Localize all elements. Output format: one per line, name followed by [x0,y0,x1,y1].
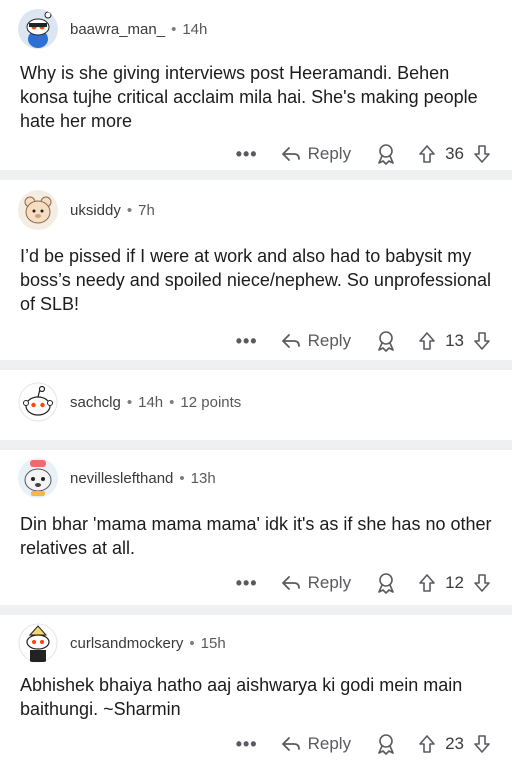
more-dots-icon[interactable]: ••• [236,144,258,165]
vote-controls: 12 [417,573,492,593]
award-icon [378,331,394,352]
dog-avatar-icon [18,458,58,498]
comment-meta: nevilleslefthand • 13h [70,470,216,487]
comment-5: curlsandmockery • 15h Abhishek bhaiya ha… [0,615,512,763]
username[interactable]: curlsandmockery [70,635,183,652]
reply-arrow-icon [281,737,300,751]
comment-body: I’d be pissed if I were at work and also… [20,246,492,314]
timestamp: 14h [138,393,164,411]
timestamp: 7h [138,201,155,219]
downvote-arrow-icon[interactable] [472,331,492,351]
snoo-avatar-icon [18,9,58,49]
comment-divider [0,440,512,450]
bear-avatar-icon [18,190,58,230]
reply-label: Reply [307,573,352,592]
comment-actions: ••• Reply 13 [0,330,512,352]
reply-button[interactable]: Reply [280,573,351,593]
award-button[interactable] [375,572,397,594]
more-dots-icon[interactable]: ••• [236,573,258,594]
timestamp: 13h [190,469,216,487]
comment-actions: ••• Reply 36 [0,143,512,165]
user-avatar[interactable] [18,623,58,663]
username[interactable]: nevilleslefthand [70,470,173,487]
separator-dot: • [171,20,177,38]
separator-dot: • [189,634,195,652]
reply-arrow-icon [281,576,300,590]
user-avatar[interactable] [18,382,58,422]
snoo-avatar-icon [18,382,58,422]
award-icon [378,734,394,755]
downvote-arrow-icon[interactable] [472,144,492,164]
reply-label: Reply [307,734,352,753]
more-dots-icon[interactable]: ••• [236,331,258,352]
reply-button[interactable]: Reply [280,331,351,351]
comment-meta: curlsandmockery • 15h [70,635,226,652]
vote-count: 12 [445,573,464,592]
comment-3-collapsed[interactable]: sachclg • 14h • 12 points [0,370,512,440]
vote-count: 13 [445,331,464,350]
comment-divider [0,605,512,615]
comment-actions: ••• Reply 12 [0,572,512,594]
timestamp: 14h [182,20,208,38]
award-button[interactable] [375,330,397,352]
reply-button[interactable]: Reply [280,734,351,754]
comment-meta: uksiddy • 7h [70,202,155,219]
vote-controls: 13 [417,331,492,351]
upvote-arrow-icon[interactable] [417,734,437,754]
vote-controls: 23 [417,734,492,754]
comment-divider [0,360,512,370]
comment-body: Abhishek bhaiya hatho aaj aishwarya ki g… [20,675,463,719]
comment-meta: sachclg • 14h • 12 points [70,394,241,411]
award-icon [378,573,394,594]
username[interactable]: baawra_man_ [70,21,165,38]
user-avatar[interactable] [18,458,58,498]
user-avatar[interactable] [18,9,58,49]
separator-dot: • [169,393,175,411]
vote-count: 23 [445,734,464,753]
comment-actions: ••• Reply 23 [0,733,512,755]
comment-1: baawra_man_ • 14h Why is she giving inte… [0,0,512,170]
vote-controls: 36 [417,144,492,164]
upvote-arrow-icon[interactable] [417,144,437,164]
comment-divider [0,170,512,180]
separator-dot: • [126,201,133,219]
separator-dot: • [179,469,185,487]
reply-arrow-icon [281,334,300,348]
reply-label: Reply [307,331,352,350]
username[interactable]: sachclg [70,394,121,411]
username[interactable]: uksiddy [70,202,121,219]
reply-label: Reply [307,144,352,163]
upvote-arrow-icon[interactable] [417,331,437,351]
downvote-arrow-icon[interactable] [472,734,492,754]
downvote-arrow-icon[interactable] [472,573,492,593]
comment-meta: baawra_man_ • 14h [70,21,207,38]
comment-body: Why is she giving interviews post Heeram… [20,63,478,131]
reply-arrow-icon [281,147,300,161]
reply-button[interactable]: Reply [280,144,351,164]
points-count: 12 points [180,393,242,411]
award-button[interactable] [375,143,397,165]
user-avatar[interactable] [18,190,58,230]
upvote-arrow-icon[interactable] [417,573,437,593]
award-icon [378,144,394,165]
award-button[interactable] [375,733,397,755]
comment-2: uksiddy • 7h I’d be pissed if I were at … [0,180,512,360]
snoo-avatar-icon [18,623,58,663]
comment-4: nevilleslefthand • 13h Din bhar 'mama ma… [0,450,512,605]
more-dots-icon[interactable]: ••• [236,734,258,755]
separator-dot: • [126,393,133,411]
vote-count: 36 [445,144,464,163]
comment-body: Din bhar 'mama mama mama' idk it's as if… [20,514,492,558]
timestamp: 15h [200,634,226,652]
